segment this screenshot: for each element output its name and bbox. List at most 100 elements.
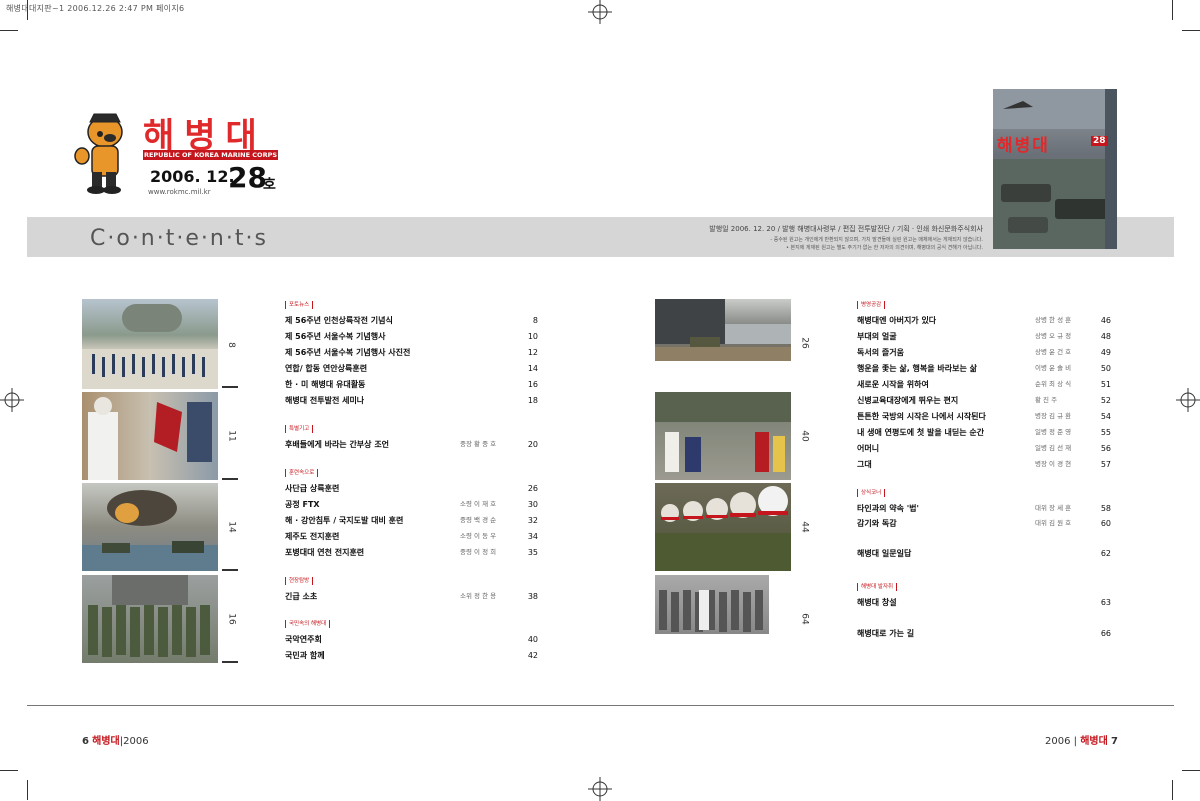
toc-entry-title: 해 · 강안침투 / 국지도발 대비 훈련 — [285, 516, 404, 525]
toc-entry-title: 한 · 미 해병대 유대활동 — [285, 380, 366, 389]
toc-entry[interactable]: 그대 병장 이 경 현 57 — [857, 457, 1112, 472]
divider — [222, 386, 238, 388]
issue-suffix: 호 — [263, 177, 276, 193]
photo-page-number: 40 — [799, 430, 810, 442]
toc-entry[interactable]: 제 56주년 서울수복 기념행사 사진전 12 — [285, 345, 540, 360]
toc-entry-title: 해병대 전투발전 세미나 — [285, 396, 365, 405]
toc-entry-title: 새로운 시작을 위하여 — [857, 380, 929, 389]
toc-entry-title: 타인과의 약속 '법' — [857, 504, 919, 513]
toc-entry-title: 해병대 일문일답 — [857, 549, 912, 558]
toc-entry[interactable]: 독서의 즐거움 상병 윤 건 호 49 — [857, 345, 1112, 360]
toc-entry-page: 30 — [527, 500, 538, 509]
cover-title: 해병대 — [997, 136, 1050, 156]
issue-number: 28 — [228, 161, 267, 194]
toc-entry-author: 중장 황 중 호 — [460, 440, 497, 448]
crop-mark — [27, 0, 28, 20]
toc-entry[interactable]: 제주도 전지훈련 소령 이 동 우 34 — [285, 529, 540, 544]
photo-page-number: 14 — [226, 521, 237, 533]
photo-page-number: 8 — [225, 342, 236, 348]
divider — [222, 661, 238, 663]
footer-right: 2006 | 해병대 7 — [1045, 736, 1118, 747]
toc-entry[interactable]: 후배들에게 바라는 간부상 조언 중장 황 중 호 20 — [285, 437, 540, 452]
toc-entry[interactable]: 해병대 일문일답 62 — [857, 546, 1112, 561]
toc-entry[interactable]: 내 생애 연평도에 첫 발을 내딛는 순간 일병 정 준 영 55 — [857, 425, 1112, 440]
section-tag: 특별기고 — [285, 425, 314, 433]
cover-image-icon — [993, 89, 1117, 249]
toc-entry[interactable]: 연합/ 합동 연안상륙훈련 14 — [285, 361, 540, 376]
crop-mark — [0, 30, 18, 31]
divider — [222, 478, 238, 480]
photo-page-number: 26 — [799, 337, 810, 349]
toc-entry-title: 그대 — [857, 460, 872, 469]
section-tag: 상식코너 — [857, 489, 886, 497]
toc-entry-page: 20 — [527, 440, 538, 449]
toc-entry-title: 긴급 소초 — [285, 592, 318, 601]
toc-entry[interactable]: 해병대 창설 63 — [857, 595, 1112, 610]
helmets-image-icon — [655, 486, 791, 571]
toc-entry[interactable]: 한 · 미 해병대 유대활동 16 — [285, 377, 540, 392]
toc-entry-page: 55 — [1100, 428, 1111, 437]
toc-entry[interactable]: 감기와 독감 대위 김 원 호 60 — [857, 516, 1112, 531]
registration-mark-icon — [588, 777, 612, 801]
toc-entry[interactable]: 국악연주회 40 — [285, 632, 540, 647]
toc-entry-title: 해병대엔 아버지가 있다 — [857, 316, 937, 325]
photo-page-number: 44 — [799, 521, 810, 533]
registration-mark-icon — [588, 0, 612, 24]
photo-helmets — [655, 483, 791, 571]
toc-entry[interactable]: 해병대 전투발전 세미나 18 — [285, 393, 540, 408]
toc-entry-title: 튼튼한 국방의 시작은 나에서 시작된다 — [857, 412, 986, 421]
ship-landing-image-icon — [655, 299, 791, 361]
toc-entry-page: 38 — [527, 592, 538, 601]
toc-entry-author: 소위 정 한 용 — [460, 592, 497, 600]
toc-entry-title: 신병교육대장에게 뛰우는 편지 — [857, 396, 959, 405]
toc-entry-author: 대위 장 세 훈 — [1035, 504, 1072, 512]
toc-entry-page: 32 — [527, 516, 538, 525]
toc-entry[interactable]: 부대의 얼굴 상병 오 규 정 48 — [857, 329, 1112, 344]
toc-entry[interactable]: 신병교육대장에게 뛰우는 편지 황 진 주 52 — [857, 393, 1112, 408]
toc-entry-page: 62 — [1100, 549, 1111, 558]
toc-entry-page: 8 — [532, 316, 538, 325]
toc-entry[interactable]: 제 56주년 인천상륙작전 기념식 8 — [285, 313, 540, 328]
section-tag: 병영공감 — [857, 301, 886, 309]
registration-mark-icon — [1176, 388, 1200, 412]
footer-divider — [27, 705, 1174, 706]
toc-entry-page: 34 — [527, 532, 538, 541]
cover-thumbnail: 해병대 28 — [993, 89, 1117, 249]
toc-entry-author: 중령 이 정 희 — [460, 548, 497, 556]
toc-entry-page: 54 — [1100, 412, 1111, 421]
crop-mark — [1182, 30, 1200, 31]
toc-entry-page: 66 — [1100, 629, 1111, 638]
toc-entry[interactable]: 튼튼한 국방의 시작은 나에서 시작된다 병장 김 규 환 54 — [857, 409, 1112, 424]
toc-entry-page: 26 — [527, 484, 538, 493]
toc-entry[interactable]: 행운을 좇는 삶, 행복을 바라보는 삶 이병 윤 솔 비 50 — [857, 361, 1112, 376]
section-tag: 해병대 발자취 — [857, 583, 898, 591]
toc-entry[interactable]: 공정 FTX 소령 이 재 호 30 — [285, 497, 540, 512]
toc-entry-page: 18 — [527, 396, 538, 405]
toc-entry[interactable]: 어머니 일병 김 선 재 56 — [857, 441, 1112, 456]
toc-entry-title: 어머니 — [857, 444, 880, 453]
toc-entry[interactable]: 해 · 강안침투 / 국지도발 대비 훈련 중령 백 경 순 32 — [285, 513, 540, 528]
photo-page-number: 64 — [799, 613, 810, 625]
cover-issue: 28 — [1091, 136, 1108, 146]
toc-entry[interactable]: 타인과의 약속 '법' 대위 장 세 훈 58 — [857, 501, 1112, 516]
photo-page-number: 16 — [226, 613, 237, 625]
toc-entry-title: 감기와 독감 — [857, 519, 897, 528]
toc-entry-page: 42 — [527, 651, 538, 660]
toc-entry[interactable]: 제 56주년 서울수복 기념행사 10 — [285, 329, 540, 344]
footer-page-number: 6 — [82, 736, 89, 747]
toc-entry-page: 48 — [1100, 332, 1111, 341]
toc-entry[interactable]: 해병대엔 아버지가 있다 상병 한 성 훈 46 — [857, 313, 1112, 328]
flag-bearers-image-icon — [88, 397, 212, 480]
toc-entry[interactable]: 사단급 상륙훈련 26 — [285, 481, 540, 496]
toc-entry[interactable]: 국민과 함께 42 — [285, 648, 540, 663]
toc-entry[interactable]: 긴급 소초 소위 정 한 용 38 — [285, 589, 540, 604]
toc-entry-author: 소령 이 재 호 — [460, 500, 497, 508]
toc-entry-title: 국악연주회 — [285, 635, 322, 644]
toc-entry[interactable]: 포병대대 연천 전지훈련 중령 이 정 희 35 — [285, 545, 540, 560]
toc-entry[interactable]: 해병대로 가는 길 66 — [857, 626, 1112, 641]
toc-entry[interactable]: 새로운 시작을 위하여 순위 최 상 식 51 — [857, 377, 1112, 392]
toc-entry-author: 순위 최 상 식 — [1035, 380, 1072, 388]
toc-entry-author: 상병 윤 건 호 — [1035, 348, 1072, 356]
photo-group — [82, 575, 218, 663]
photo-page-number: 11 — [226, 430, 237, 442]
